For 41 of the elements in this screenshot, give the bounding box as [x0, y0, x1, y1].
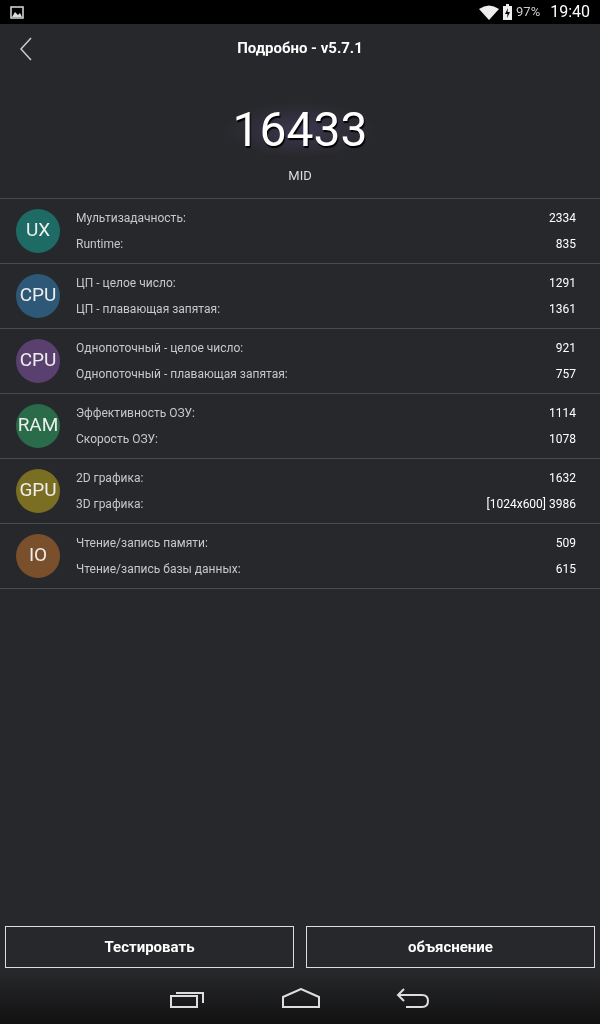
metric-value: 1114 [549, 404, 576, 422]
metric-value: 1361 [549, 300, 576, 318]
metric-value: 921 [555, 339, 576, 357]
metric-value: 509 [555, 534, 576, 552]
metric-value: 835 [555, 235, 576, 253]
metric-value: 2334 [549, 209, 576, 227]
metric-value: 1291 [549, 274, 576, 292]
performance-level-label: MID [288, 167, 312, 185]
category-badge: IO [16, 533, 60, 578]
metric-label: 3D графика: [76, 495, 144, 513]
metric-label: Мультизадачность: [76, 209, 186, 227]
category-badge: CPU [16, 273, 60, 318]
metric-label: Однопоточный - плавающая запятая: [76, 365, 288, 383]
category-badge: UX [16, 208, 60, 253]
metric-value: 1632 [549, 469, 576, 487]
metric-label: ЦП - целое число: [76, 274, 176, 292]
action-button[interactable]: Тестировать [5, 926, 294, 968]
category-badge: RAM [16, 403, 60, 448]
screen-title: Подробно - v5.7.1 [237, 37, 363, 59]
metric-value: 757 [555, 365, 576, 383]
metric-value: 615 [555, 560, 576, 578]
metric-label: Чтение/запись памяти: [76, 534, 208, 552]
back-icon[interactable] [396, 988, 430, 1008]
battery-charging-icon [503, 4, 512, 20]
metric-label: Однопоточный - целое число: [76, 339, 244, 357]
image-icon [10, 5, 24, 19]
clock-time: 19:40 [550, 1, 590, 23]
metric-label: Чтение/запись базы данных: [76, 560, 241, 578]
metric-label: Эффективность ОЗУ: [76, 404, 195, 422]
metric-value: [1024x600] 3986 [486, 495, 576, 513]
metric-label: ЦП - плавающая запятая: [76, 300, 221, 318]
home-icon[interactable] [282, 988, 320, 1008]
metric-label: 2D графика: [76, 469, 144, 487]
category-badge: GPU [16, 468, 60, 513]
metric-label: Runtime: [76, 235, 124, 253]
metric-value: 1078 [549, 430, 576, 448]
category-badge: CPU [16, 338, 60, 383]
action-button[interactable]: объяснение [306, 926, 595, 968]
metric-label: Скорость ОЗУ: [76, 430, 158, 448]
wifi-icon [479, 4, 499, 20]
battery-percent: 97% [516, 3, 541, 22]
